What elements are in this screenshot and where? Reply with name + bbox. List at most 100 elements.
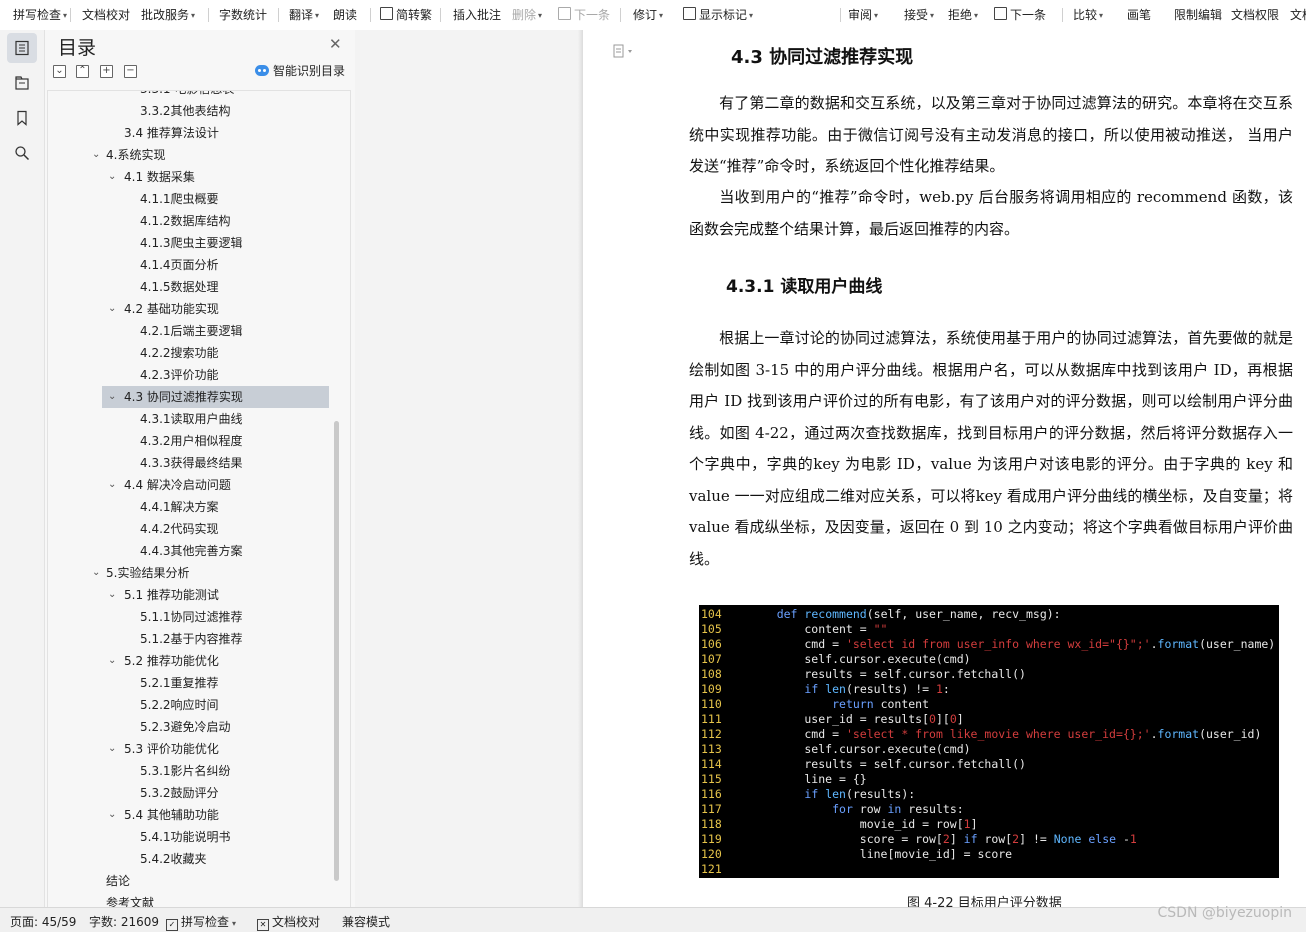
toc-item[interactable]: ⌄ 5.2 推荐功能优化 (48, 650, 348, 672)
toolbar-item-18[interactable]: 限制编辑 (1174, 6, 1222, 24)
expand-all-icon[interactable]: ⌄ (53, 65, 66, 78)
toc-item[interactable]: 4.1.5数据处理 (48, 276, 348, 298)
paragraph-options-icon[interactable] (613, 44, 635, 61)
toc-item[interactable]: 5.3.1影片名纠纷 (48, 760, 348, 782)
toolbar-item-12[interactable]: 审阅 ▾ (848, 6, 878, 24)
toc-item[interactable]: 4.1.3爬虫主要逻辑 (48, 232, 348, 254)
close-icon[interactable]: ✕ (329, 35, 342, 53)
toc-scrollbar[interactable] (334, 421, 339, 881)
toolbar-item-16[interactable]: 比较 ▾ (1073, 6, 1103, 24)
toc-item-label: 5.4 其他辅助功能 (124, 808, 219, 822)
search-icon[interactable] (7, 138, 37, 168)
toc-item[interactable]: 3.4 推荐算法设计 (48, 122, 348, 144)
toc-item[interactable]: 3.3.1 电影信息表 (48, 91, 348, 100)
toc-item[interactable]: 4.4.3其他完善方案 (48, 540, 348, 562)
toc-item[interactable]: ⌄ 4.2 基础功能实现 (48, 298, 348, 320)
toc-item[interactable]: 5.3.2鼓励评分 (48, 782, 348, 804)
toc-item[interactable]: 4.2.1后端主要逻辑 (48, 320, 348, 342)
toolbar-item-9[interactable]: 下一条 (558, 6, 610, 24)
toc-item[interactable]: ⌄ 5.1 推荐功能测试 (48, 584, 348, 606)
collapse-toggle-icon[interactable]: ⌄ (92, 144, 100, 166)
toolbar-item-11[interactable]: 显示标记 ▾ (683, 6, 753, 24)
smart-toc-label: 智能识别目录 (273, 64, 346, 78)
toolbar-item-19[interactable]: 文档权限 (1231, 6, 1279, 24)
collapse-toggle-icon[interactable]: ⌄ (108, 166, 116, 188)
toc-item[interactable]: 4.1.1爬虫概要 (48, 188, 348, 210)
page-indicator[interactable]: 页面: 45/59 (10, 913, 76, 930)
toolbar-item-label: 限制编辑 (1174, 8, 1223, 22)
code-line-text: if len(results) != 1: (804, 682, 950, 696)
collapse-toggle-icon[interactable]: ⌄ (108, 386, 116, 408)
document-page[interactable]: 4.3 协同过滤推荐实现 有了第二章的数据和交互系统，以及第三章对于协同过滤算法… (583, 30, 1306, 907)
collapse-toggle-icon[interactable]: ⌄ (108, 584, 116, 606)
toolbar-item-1[interactable]: 文档校对 (82, 6, 130, 24)
toc-item[interactable]: ⌄ 4.4 解决冷启动问题 (48, 474, 348, 496)
toc-item[interactable]: 5.4.1功能说明书 (48, 826, 348, 848)
collapse-toggle-icon[interactable]: ⌄ (108, 804, 116, 826)
toolbar-item-10[interactable]: 修订 ▾ (633, 6, 663, 24)
toc-item[interactable]: 4.2.2搜索功能 (48, 342, 348, 364)
toolbar-item-13[interactable]: 接受 ▾ (904, 6, 934, 24)
toc-item[interactable]: 4.2.3评价功能 (48, 364, 348, 386)
toolbar-item-6[interactable]: 简转繁 (380, 6, 432, 24)
remove-heading-icon[interactable]: − (124, 65, 137, 78)
toc-icon[interactable] (7, 33, 37, 63)
collapse-toggle-icon[interactable]: ⌄ (108, 474, 116, 496)
toolbar-item-15[interactable]: 下一条 (994, 6, 1046, 24)
toc-tree[interactable]: 3.3.1 电影信息表 3.3.2其他表结构 3.4 推荐算法设计 ⌄ 4.系统实现 ⌄ 4… (47, 90, 351, 909)
spell-check-status[interactable]: ✓ 拼写检查 ▾ (166, 913, 236, 931)
toolbar-item-20[interactable]: 文档 (1290, 6, 1306, 24)
toolbar-item-8[interactable]: 删除 ▾ (512, 6, 542, 24)
proofread-status[interactable]: ✕ 文档校对 (257, 913, 320, 931)
toolbar-item-0[interactable]: 拼写检查 ▾ (13, 6, 67, 24)
code-line: 105 content = "" (699, 622, 1279, 637)
toc-item[interactable]: 结论 (48, 870, 348, 892)
toolbar-item-2[interactable]: 批改服务 ▾ (141, 6, 195, 24)
collapse-toggle-icon[interactable]: ⌄ (108, 738, 116, 760)
toc-item[interactable]: 5.1.2基于内容推荐 (48, 628, 348, 650)
toc-item[interactable]: ⌄ 4.1 数据采集 (48, 166, 348, 188)
toolbar-item-label: 字数统计 (219, 8, 268, 22)
toc-item[interactable]: 5.2.2响应时间 (48, 694, 348, 716)
toc-item[interactable]: ⌄ 5.实验结果分析 (48, 562, 348, 584)
code-line: 108 results = self.cursor.fetchall() (699, 667, 1279, 682)
toc-item[interactable]: 4.3.2用户相似程度 (48, 430, 348, 452)
toc-item[interactable]: 4.3.1读取用户曲线 (48, 408, 348, 430)
toolbar-item-7[interactable]: 插入批注 (453, 6, 501, 24)
toolbar-item-17[interactable]: 画笔 (1127, 6, 1151, 24)
collapse-toggle-icon[interactable]: ⌄ (92, 562, 100, 584)
section-heading: 4.3 协同过滤推荐实现 (731, 47, 914, 68)
smart-toc-button[interactable]: 智能识别目录 (255, 62, 345, 79)
toc-item[interactable]: ⌄ 5.3 评价功能优化 (48, 738, 348, 760)
toc-item[interactable]: 4.4.2代码实现 (48, 518, 348, 540)
collapse-toggle-icon[interactable]: ⌄ (108, 298, 116, 320)
toc-item[interactable]: 3.3.2其他表结构 (48, 100, 348, 122)
toc-item[interactable]: ⌄ 4.系统实现 (48, 144, 348, 166)
toolbar-item-3[interactable]: 字数统计 (219, 6, 267, 24)
word-count[interactable]: 字数: 21609 (89, 913, 159, 930)
bookmark-icon[interactable] (7, 103, 37, 133)
toc-item[interactable]: 4.3.3获得最终结果 (48, 452, 348, 474)
toolbar-item-4[interactable]: 翻译 ▾ (289, 6, 319, 24)
toc-item[interactable]: ⌄ 4.3 协同过滤推荐实现 (102, 386, 329, 408)
toc-item[interactable]: 4.1.2数据库结构 (48, 210, 348, 232)
add-heading-icon[interactable]: + (100, 65, 113, 78)
collapse-toggle-icon[interactable]: ⌄ (108, 650, 116, 672)
toc-item[interactable]: ⌄ 5.4 其他辅助功能 (48, 804, 348, 826)
toc-item[interactable]: 5.2.1重复推荐 (48, 672, 348, 694)
collapse-all-icon[interactable]: ⌃ (76, 65, 89, 78)
toc-item[interactable]: 5.1.1协同过滤推荐 (48, 606, 348, 628)
toc-item[interactable]: 5.2.3避免冷启动 (48, 716, 348, 738)
code-line: 119 score = row[2] if row[2] != None els… (699, 832, 1279, 847)
toc-item[interactable]: 4.4.1解决方案 (48, 496, 348, 518)
toc-item-label: 5.3.2鼓励评分 (140, 786, 219, 800)
watermark: CSDN @biyezuopin (1157, 905, 1292, 921)
status-bar: 页面: 45/59 字数: 21609 ✓ 拼写检查 ▾ ✕ 文档校对 兼容模式 (0, 907, 1306, 932)
code-line: 110 return content (699, 697, 1279, 712)
toolbar-item-5[interactable]: 朗读 (333, 6, 357, 24)
toolbar-item-14[interactable]: 拒绝 ▾ (948, 6, 978, 24)
toc-item[interactable]: 4.1.4页面分析 (48, 254, 348, 276)
code-line-text: if len(results): (804, 787, 916, 801)
toc-item[interactable]: 5.4.2收藏夹 (48, 848, 348, 870)
navigation-icon[interactable] (7, 68, 37, 98)
